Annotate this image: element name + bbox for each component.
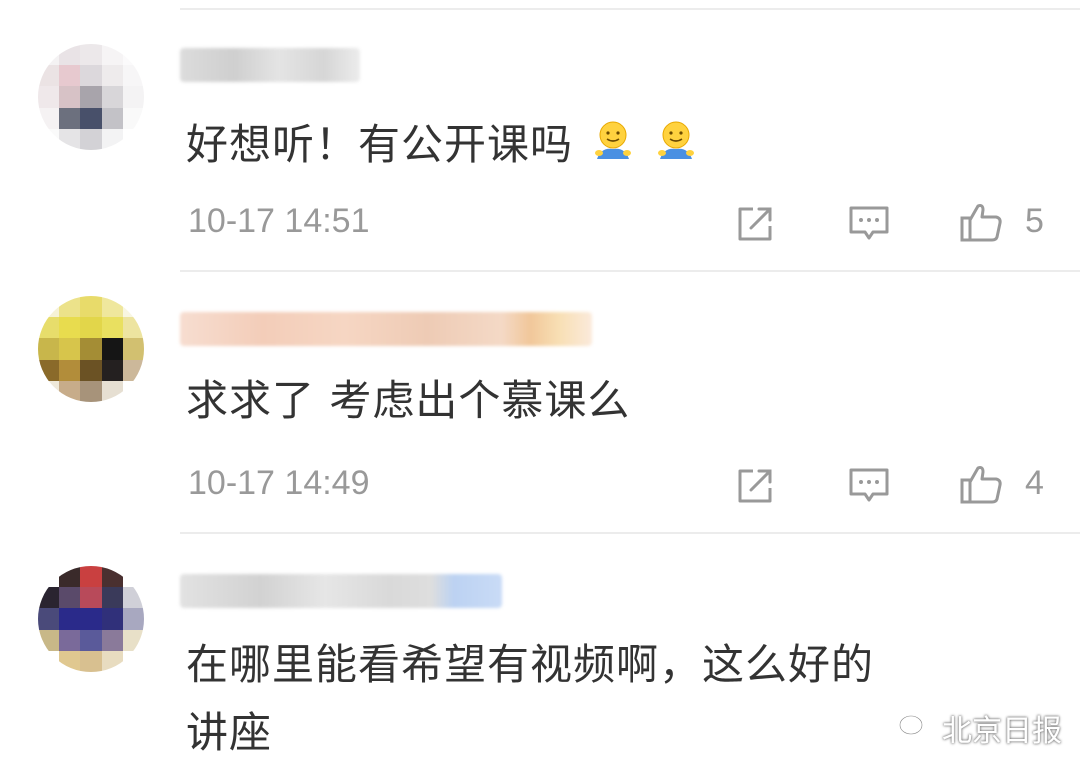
- comment-text-line2: 讲座: [186, 708, 273, 757]
- username-blurred[interactable]: [180, 48, 360, 82]
- top-divider: [180, 8, 1080, 10]
- like-thumb-icon[interactable]: [958, 460, 1006, 508]
- avatar[interactable]: [38, 44, 144, 150]
- comment-text-line1: 在哪里能看希望有视频啊，这么好的: [186, 640, 875, 689]
- comment-divider: [180, 270, 1080, 272]
- share-icon[interactable]: [731, 462, 779, 510]
- like-count: 4: [1025, 464, 1044, 502]
- avatar[interactable]: [38, 296, 144, 402]
- comment-text: 好想听！有公开课吗: [186, 116, 698, 174]
- smiley-face-emoji-icon: [595, 121, 632, 159]
- comment-divider: [180, 532, 1080, 534]
- comment-timestamp: 10-17 14:51: [188, 202, 370, 240]
- comment-text-content: 好想听！有公开课吗: [186, 120, 574, 169]
- watermark: 北京日报: [898, 706, 1062, 750]
- wechat-icon: [898, 714, 933, 741]
- smiley-face-emoji-icon: [657, 121, 694, 159]
- reply-comment-icon[interactable]: [845, 200, 893, 248]
- reply-comment-icon[interactable]: [845, 462, 893, 510]
- like-thumb-icon[interactable]: [958, 198, 1006, 246]
- comment-text: 求求了 考虑出个慕课么: [186, 376, 631, 425]
- watermark-label: 北京日报: [942, 714, 1062, 749]
- comment-timestamp: 10-17 14:49: [188, 464, 370, 502]
- share-icon[interactable]: [731, 200, 779, 248]
- username-blurred[interactable]: [180, 312, 592, 346]
- avatar[interactable]: [38, 566, 144, 672]
- like-count: 5: [1025, 202, 1044, 240]
- username-blurred[interactable]: [180, 574, 502, 608]
